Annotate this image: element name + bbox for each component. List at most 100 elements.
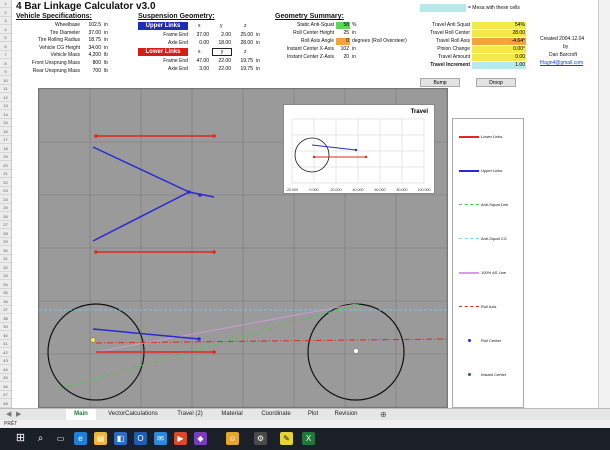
lower-frame-z[interactable]: 19.75: [234, 58, 254, 65]
row-number[interactable]: 31: [0, 255, 11, 263]
row-number[interactable]: 34: [0, 281, 11, 289]
row-number[interactable]: 10: [0, 77, 11, 85]
vehicle-spec-value[interactable]: 700: [82, 68, 102, 75]
row-number[interactable]: 36: [0, 298, 11, 306]
row-number[interactable]: 17: [0, 136, 11, 144]
row-number[interactable]: 43: [0, 357, 11, 365]
row-number[interactable]: 30: [0, 247, 11, 255]
tab-revision[interactable]: Revision: [328, 409, 364, 420]
row-number[interactable]: 21: [0, 170, 11, 178]
lower-axle-unit: in: [256, 66, 260, 72]
app-icon[interactable]: ◆: [194, 432, 207, 445]
lower-link-point: [212, 350, 216, 354]
row-number[interactable]: 32: [0, 264, 11, 272]
row-number[interactable]: 12: [0, 94, 11, 102]
row-number[interactable]: 7: [0, 51, 11, 59]
row-number[interactable]: 47: [0, 391, 11, 399]
store-icon[interactable]: ◧: [114, 432, 127, 445]
row-number[interactable]: 9: [0, 68, 11, 76]
file-explorer-icon[interactable]: ▤: [94, 432, 107, 445]
summary-unit: in: [352, 46, 356, 52]
vehicle-spec-value[interactable]: 102.5: [82, 22, 102, 29]
row-number[interactable]: 28: [0, 230, 11, 238]
bump-button[interactable]: Bump: [420, 78, 460, 87]
row-number[interactable]: 48: [0, 400, 11, 408]
row-number[interactable]: 33: [0, 272, 11, 280]
tab-scroll-left-icon[interactable]: ◀: [6, 409, 11, 420]
lower-axle-y[interactable]: 22.00: [212, 66, 232, 73]
search-icon[interactable]: ⌕: [34, 432, 47, 445]
tab-vectorcalculations[interactable]: VectorCalculations: [100, 409, 166, 420]
vehicle-spec-value[interactable]: 800: [82, 60, 102, 67]
row-number[interactable]: 18: [0, 145, 11, 153]
settings-icon[interactable]: ⚙: [254, 432, 267, 445]
media-icon[interactable]: ▶: [174, 432, 187, 445]
credits-email[interactable]: frlagn4@gmail.com: [540, 60, 583, 67]
vehicle-spec-unit: in: [104, 29, 108, 36]
row-number[interactable]: 16: [0, 128, 11, 136]
row-number[interactable]: 20: [0, 162, 11, 170]
row-number[interactable]: 39: [0, 323, 11, 331]
row-number[interactable]: 42: [0, 349, 11, 357]
upper-frame-x[interactable]: 37.00: [190, 32, 210, 39]
vehicle-spec-value[interactable]: 37.00: [82, 30, 102, 37]
upper-axle-y[interactable]: 18.00: [212, 40, 232, 47]
row-number[interactable]: 5: [0, 34, 11, 42]
lower-axle-x[interactable]: 3.00: [190, 66, 210, 73]
lower-axle-z[interactable]: 19.75: [234, 66, 254, 73]
mail-icon[interactable]: ✉: [154, 432, 167, 445]
tab-travel-2[interactable]: Travel (2): [170, 409, 210, 420]
row-number[interactable]: 29: [0, 238, 11, 246]
notes-icon[interactable]: ☺: [226, 432, 239, 445]
tab-scroll-right-icon[interactable]: ▶: [16, 409, 21, 420]
droop-button[interactable]: Droop: [476, 78, 516, 87]
excel-icon[interactable]: X: [302, 432, 315, 445]
row-number[interactable]: 3: [0, 17, 11, 25]
row-number[interactable]: 24: [0, 196, 11, 204]
vehicle-spec-value[interactable]: 34.00: [82, 45, 102, 52]
row-number[interactable]: 37: [0, 306, 11, 314]
row-number[interactable]: 15: [0, 119, 11, 127]
vertical-scrollbar[interactable]: [598, 0, 610, 408]
row-number[interactable]: 46: [0, 383, 11, 391]
row-number[interactable]: 38: [0, 315, 11, 323]
row-number[interactable]: 41: [0, 340, 11, 348]
row-number[interactable]: 35: [0, 289, 11, 297]
vehicle-spec-value[interactable]: 18.75: [82, 37, 102, 44]
task-view-icon[interactable]: ▭: [54, 432, 67, 445]
row-number[interactable]: 40: [0, 332, 11, 340]
row-number[interactable]: 13: [0, 102, 11, 110]
row-number[interactable]: 44: [0, 366, 11, 374]
sticky-notes-icon[interactable]: ✎: [280, 432, 293, 445]
upper-frame-y[interactable]: 2.00: [212, 32, 232, 39]
outlook-icon[interactable]: O: [134, 432, 147, 445]
row-number[interactable]: 4: [0, 26, 11, 34]
upper-axle-z[interactable]: 28.00: [234, 40, 254, 47]
vehicle-spec-value[interactable]: 4,200: [82, 52, 102, 59]
lower-frame-x[interactable]: 47.00: [190, 58, 210, 65]
row-number[interactable]: 23: [0, 187, 11, 195]
row-number[interactable]: 2: [0, 9, 11, 17]
row-number[interactable]: 14: [0, 111, 11, 119]
row-number[interactable]: 26: [0, 213, 11, 221]
row-number[interactable]: 22: [0, 179, 11, 187]
row-number[interactable]: 27: [0, 221, 11, 229]
tab-coordinate[interactable]: Coordinate: [254, 409, 298, 420]
row-number[interactable]: 11: [0, 85, 11, 93]
row-number[interactable]: 6: [0, 43, 11, 51]
row-number[interactable]: 8: [0, 60, 11, 68]
row-number[interactable]: 25: [0, 204, 11, 212]
sheet-tabs: ◀ ▶ Main VectorCalculations Travel (2) Mate…: [0, 408, 610, 422]
tab-plot[interactable]: Plot: [302, 409, 324, 420]
row-number[interactable]: 45: [0, 374, 11, 382]
row-number[interactable]: 1: [0, 0, 11, 8]
upper-frame-z[interactable]: 25.00: [234, 32, 254, 39]
summary-unit: degrees (Roll Oversteer): [352, 38, 407, 44]
tab-material[interactable]: Material: [214, 409, 250, 420]
row-number[interactable]: 19: [0, 153, 11, 161]
lower-frame-y[interactable]: 22.00: [212, 58, 232, 65]
upper-axle-x[interactable]: 0.00: [190, 40, 210, 47]
windows-start-icon[interactable]: ⊞: [14, 432, 27, 445]
add-sheet-icon[interactable]: ⊕: [380, 409, 387, 420]
edge-icon[interactable]: e: [74, 432, 87, 445]
